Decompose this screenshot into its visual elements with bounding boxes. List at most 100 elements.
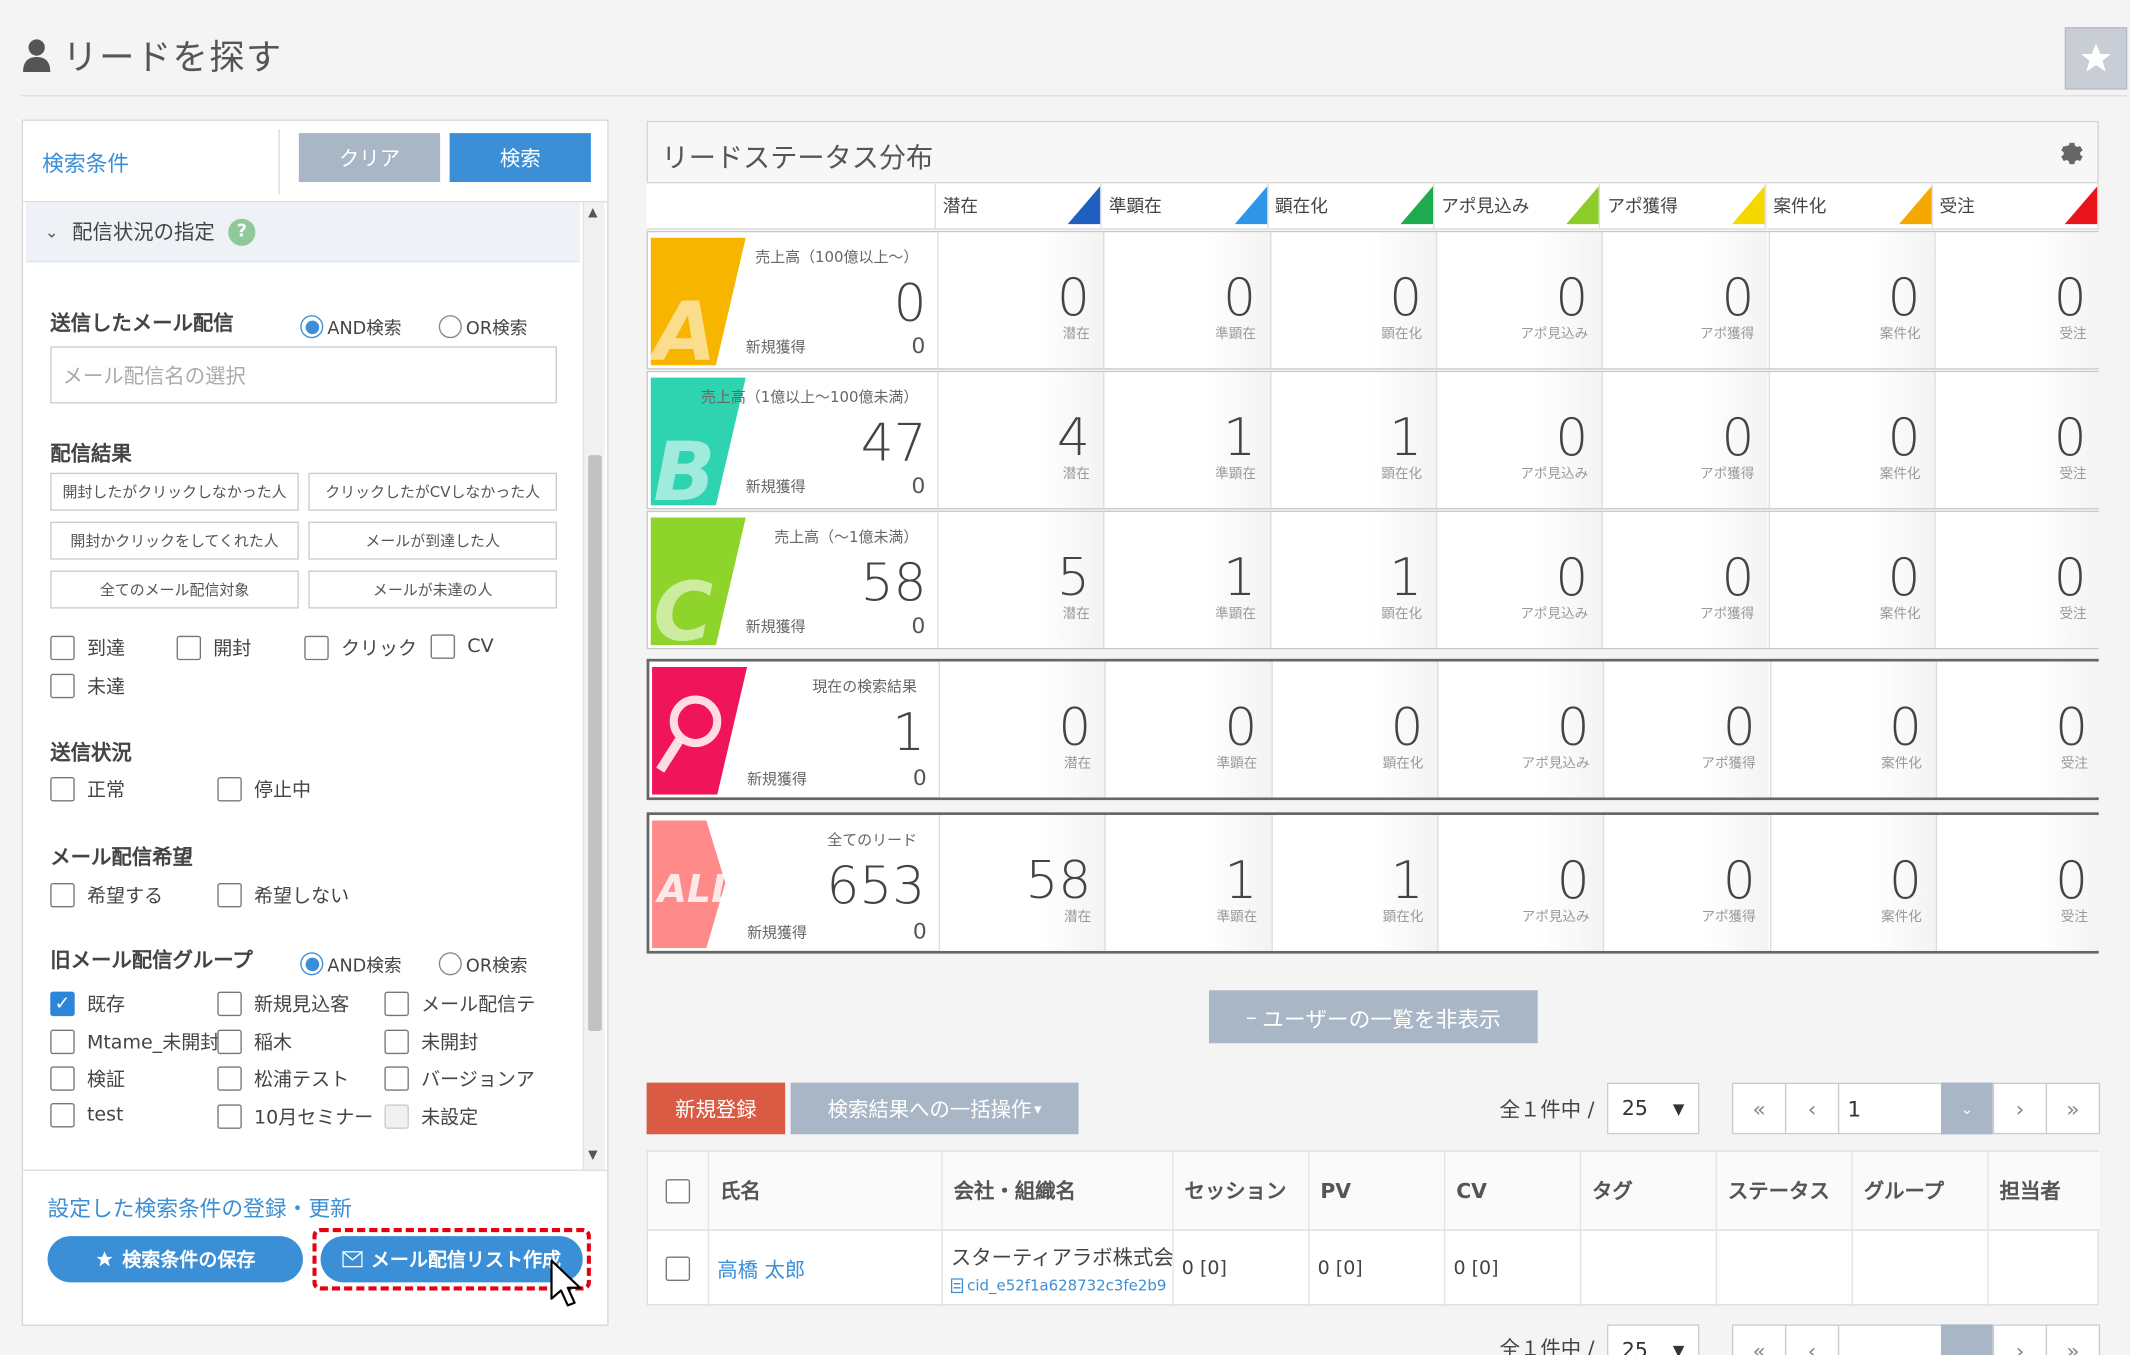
status-cell[interactable]: 1 顕在化	[1269, 512, 1436, 648]
status-cell[interactable]: 0 潜在	[938, 661, 1105, 798]
favorite-button[interactable]	[2064, 27, 2128, 90]
status-cell[interactable]: 0 準顕在	[1103, 232, 1270, 369]
group-checkbox[interactable]: 未開封	[384, 1028, 478, 1055]
status-count[interactable]: 0	[1555, 547, 1588, 607]
status-cell[interactable]: 0 顕在化	[1270, 661, 1438, 798]
select-all-checkbox-cell[interactable]	[647, 1151, 710, 1231]
page-dropdown-button[interactable]: ⌄	[1941, 1082, 1993, 1135]
status-cell[interactable]: 0 アポ見込み	[1437, 661, 1604, 798]
status-count[interactable]: 0	[2054, 547, 2087, 607]
status-count[interactable]: 0	[1557, 697, 1590, 757]
status-cell[interactable]: 0 アポ見込み	[1437, 815, 1604, 951]
header-owner[interactable]: 担当者	[1988, 1151, 2101, 1231]
row-total[interactable]: 0	[894, 273, 927, 333]
checkbox-no-wish[interactable]: 希望しない	[217, 882, 349, 909]
page-dropdown-button[interactable]	[1941, 1324, 1993, 1355]
bulk-action-button[interactable]: 検索結果への一括操作 ▾	[790, 1082, 1079, 1135]
status-count[interactable]: 0	[1888, 408, 1921, 468]
status-count[interactable]: 0	[1057, 268, 1090, 328]
group-checkbox[interactable]: 検証	[50, 1065, 125, 1092]
checkbox-normal[interactable]: 正常	[50, 776, 125, 803]
status-cell[interactable]: 58 潜在	[938, 815, 1105, 951]
status-count[interactable]: 4	[1057, 408, 1090, 468]
status-count[interactable]: 0	[1721, 268, 1754, 328]
group-checkbox[interactable]: 稲木	[217, 1028, 292, 1055]
status-count[interactable]: 0	[1223, 268, 1256, 328]
status-cell[interactable]: 1 顕在化	[1269, 372, 1436, 509]
status-cell[interactable]: 1 準顕在	[1103, 372, 1270, 509]
scroll-up-icon[interactable]: ▲	[588, 206, 597, 220]
status-cell[interactable]: 0 受注	[1934, 232, 2101, 369]
status-cell[interactable]: 0 受注	[1935, 815, 2102, 951]
user-name-link[interactable]: 高橋 太郎	[709, 1230, 943, 1307]
result-chip[interactable]: 開封かクリックをしてくれた人	[50, 521, 299, 560]
status-cell[interactable]: 0 アポ獲得	[1603, 815, 1770, 951]
status-count[interactable]: 0	[2055, 697, 2088, 757]
gear-icon[interactable]	[2057, 139, 2087, 169]
status-count[interactable]: 0	[2055, 850, 2088, 910]
condition-scroll-area[interactable]: ⌄ 配信状況の指定 ? 送信したメール配信 AND検索 OR検索 メール配信名の…	[25, 202, 581, 1169]
header-pv[interactable]: PV	[1309, 1151, 1446, 1231]
hide-user-list-button[interactable]: – ユーザーの一覧を非表示	[1208, 990, 1538, 1044]
new-acquired-count[interactable]: 0	[911, 613, 925, 639]
old-group-or-radio[interactable]: OR検索	[438, 951, 527, 977]
status-count[interactable]: 0	[1555, 268, 1588, 328]
new-acquired-count[interactable]: 0	[911, 333, 925, 359]
status-cell[interactable]: 0 案件化	[1767, 372, 1935, 509]
next-page-button[interactable]: ›	[1992, 1324, 2048, 1355]
header-group[interactable]: グループ	[1852, 1151, 1989, 1231]
group-checkbox[interactable]: メール配信テ	[384, 990, 535, 1017]
per-page-select[interactable]: 25 ▼	[1606, 1082, 1700, 1135]
header-cv[interactable]: CV	[1445, 1151, 1582, 1231]
prev-page-button[interactable]: ‹	[1784, 1324, 1840, 1355]
status-count[interactable]: 0	[1888, 268, 1921, 328]
status-count[interactable]: 1	[1223, 547, 1256, 607]
checkbox-icon[interactable]	[665, 1178, 691, 1203]
status-count[interactable]: 0	[1889, 697, 1922, 757]
save-condition-button[interactable]: 検索条件の保存	[47, 1236, 303, 1283]
status-count[interactable]: 0	[1224, 697, 1257, 757]
checkbox-reach[interactable]: 到達	[50, 634, 125, 661]
status-count[interactable]: 1	[1389, 408, 1422, 468]
sent-mail-and-radio[interactable]: AND検索	[300, 314, 402, 340]
next-page-button[interactable]: ›	[1992, 1082, 2048, 1135]
result-chip[interactable]: 開封したがクリックしなかった人	[50, 472, 299, 511]
status-cell[interactable]: 1 顕在化	[1270, 815, 1438, 951]
status-cell[interactable]: 0 案件化	[1769, 661, 1936, 798]
status-count[interactable]: 0	[1058, 697, 1091, 757]
group-checkbox[interactable]: ✓ 既存	[50, 990, 125, 1017]
status-count[interactable]: 0	[1557, 850, 1590, 910]
new-acquired-count[interactable]: 0	[911, 473, 925, 499]
new-register-button[interactable]: 新規登録	[646, 1082, 786, 1135]
checkbox-unreached[interactable]: 未達	[50, 672, 125, 699]
status-count[interactable]: 0	[1555, 408, 1588, 468]
status-count[interactable]: 0	[1888, 547, 1921, 607]
status-count[interactable]: 0	[1723, 697, 1756, 757]
group-checkbox[interactable]: Mtame_未開封	[50, 1028, 219, 1055]
checkbox-stopped[interactable]: 停止中	[217, 776, 311, 803]
checkbox-open[interactable]: 開封	[176, 634, 251, 661]
status-cell[interactable]: 0 受注	[1935, 661, 2102, 798]
last-page-button[interactable]: »	[2045, 1082, 2101, 1135]
group-checkbox[interactable]: 新規見込客	[217, 990, 349, 1017]
status-count[interactable]: 1	[1224, 850, 1257, 910]
status-count[interactable]: 0	[1391, 697, 1424, 757]
status-count[interactable]: 0	[2054, 268, 2087, 328]
mail-delivery-select[interactable]: メール配信名の選択	[50, 346, 557, 404]
status-cell[interactable]: 0 アポ獲得	[1603, 661, 1770, 798]
search-button[interactable]: 検索	[449, 133, 591, 183]
status-cell[interactable]: 5 潜在	[937, 512, 1104, 648]
result-chip[interactable]: メールが未達の人	[308, 570, 557, 609]
group-checkbox[interactable]: バージョンア	[384, 1065, 535, 1092]
help-icon[interactable]: ?	[228, 218, 256, 246]
status-count[interactable]: 1	[1391, 850, 1424, 910]
checkbox-cv[interactable]: CV	[430, 634, 494, 659]
sent-mail-or-radio[interactable]: OR検索	[438, 314, 527, 340]
header-status[interactable]: ステータス	[1717, 1151, 1853, 1231]
status-cell[interactable]: 0 案件化	[1767, 512, 1935, 648]
status-count[interactable]: 0	[1389, 268, 1422, 328]
scrollbar-thumb[interactable]	[588, 455, 602, 1032]
old-group-and-radio[interactable]: AND検索	[300, 951, 402, 977]
status-cell[interactable]: 4 潜在	[937, 372, 1104, 509]
section-header[interactable]: ⌄ 配信状況の指定 ?	[25, 202, 581, 263]
